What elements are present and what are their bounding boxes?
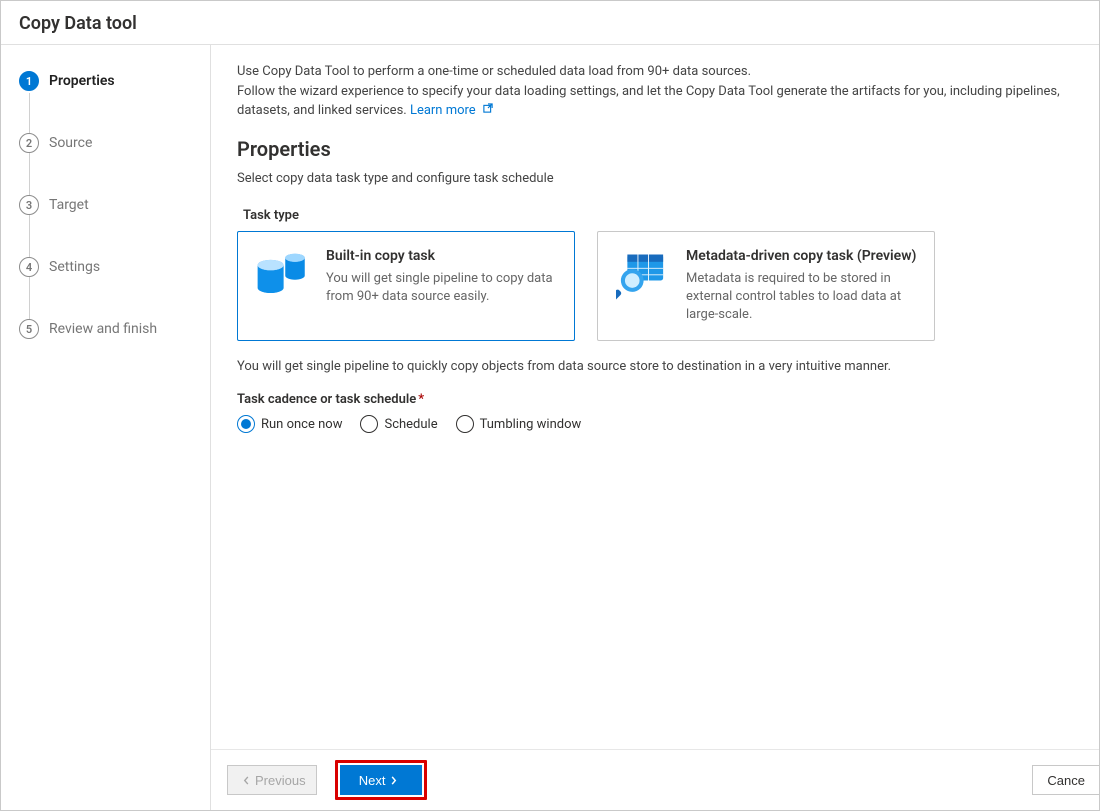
step-target[interactable]: 3 Target	[19, 195, 206, 215]
task-type-label: Task type	[243, 208, 1073, 223]
step-number-icon: 2	[19, 133, 39, 153]
step-label: Settings	[49, 259, 100, 275]
next-button[interactable]: Next	[340, 765, 422, 795]
intro-line-2: Follow the wizard experience to specify …	[237, 84, 1060, 119]
cancel-label: Cance	[1047, 773, 1085, 788]
intro-line-1: Use Copy Data Tool to perform a one-time…	[237, 64, 751, 79]
learn-more-link[interactable]: Learn more	[410, 103, 494, 118]
body: 1 Properties 2 Source 3 Target 4 Setting…	[1, 45, 1099, 810]
intro-text: Use Copy Data Tool to perform a one-time…	[237, 62, 1073, 121]
task-schedule-radio-group: Run once now Schedule Tumbling window	[237, 415, 1073, 433]
previous-button[interactable]: Previous	[227, 765, 317, 795]
external-link-icon	[482, 103, 494, 118]
radio-label: Tumbling window	[480, 417, 582, 432]
next-label: Next	[359, 773, 386, 788]
step-number-icon: 1	[19, 71, 39, 91]
header: Copy Data tool	[1, 1, 1099, 45]
wizard-sidebar: 1 Properties 2 Source 3 Target 4 Setting…	[1, 45, 211, 810]
radio-schedule[interactable]: Schedule	[360, 415, 437, 433]
card-text: Metadata-driven copy task (Preview) Meta…	[686, 248, 918, 325]
card-builtin-copy-task[interactable]: Built-in copy task You will get single p…	[237, 231, 575, 342]
chevron-left-icon	[242, 773, 251, 788]
wizard-steps: 1 Properties 2 Source 3 Target 4 Setting…	[19, 71, 206, 339]
card-title: Metadata-driven copy task (Preview)	[686, 248, 918, 264]
radio-icon	[237, 415, 255, 433]
step-label: Properties	[49, 73, 115, 89]
task-type-note: You will get single pipeline to quickly …	[237, 359, 1073, 374]
step-label: Target	[49, 197, 89, 213]
page-title: Copy Data tool	[19, 13, 137, 34]
card-metadata-copy-task[interactable]: Metadata-driven copy task (Preview) Meta…	[597, 231, 935, 342]
step-review-finish[interactable]: 5 Review and finish	[19, 319, 206, 339]
main-panel: Use Copy Data Tool to perform a one-time…	[211, 45, 1099, 810]
step-number-icon: 5	[19, 319, 39, 339]
radio-label: Schedule	[384, 417, 437, 432]
database-icon	[256, 248, 308, 300]
card-description: Metadata is required to be stored in ext…	[686, 270, 918, 325]
metadata-search-icon	[616, 248, 668, 300]
task-schedule-label: Task cadence or task schedule*	[237, 392, 1073, 407]
task-type-cards: Built-in copy task You will get single p…	[237, 231, 1073, 342]
section-title: Properties	[237, 137, 1073, 161]
step-properties[interactable]: 1 Properties	[19, 71, 206, 91]
main-content: Use Copy Data Tool to perform a one-time…	[211, 45, 1099, 749]
step-source[interactable]: 2 Source	[19, 133, 206, 153]
radio-run-once-now[interactable]: Run once now	[237, 415, 342, 433]
radio-label: Run once now	[261, 417, 342, 432]
step-number-icon: 4	[19, 257, 39, 277]
radio-icon	[360, 415, 378, 433]
previous-label: Previous	[255, 773, 306, 788]
copy-data-tool-window: Copy Data tool 1 Properties 2 Source 3 T…	[0, 0, 1100, 811]
wizard-footer: Previous Next Cance	[211, 749, 1099, 810]
chevron-right-icon	[389, 773, 398, 788]
step-label: Source	[49, 135, 92, 151]
radio-tumbling-window[interactable]: Tumbling window	[456, 415, 582, 433]
cancel-button[interactable]: Cance	[1032, 765, 1099, 795]
step-label: Review and finish	[49, 321, 157, 337]
card-text: Built-in copy task You will get single p…	[326, 248, 558, 325]
learn-more-label: Learn more	[410, 103, 476, 118]
step-number-icon: 3	[19, 195, 39, 215]
radio-icon	[456, 415, 474, 433]
step-settings[interactable]: 4 Settings	[19, 257, 206, 277]
next-button-highlight: Next	[335, 760, 427, 800]
card-title: Built-in copy task	[326, 248, 558, 264]
card-description: You will get single pipeline to copy dat…	[326, 270, 558, 306]
section-description: Select copy data task type and configure…	[237, 171, 1073, 186]
